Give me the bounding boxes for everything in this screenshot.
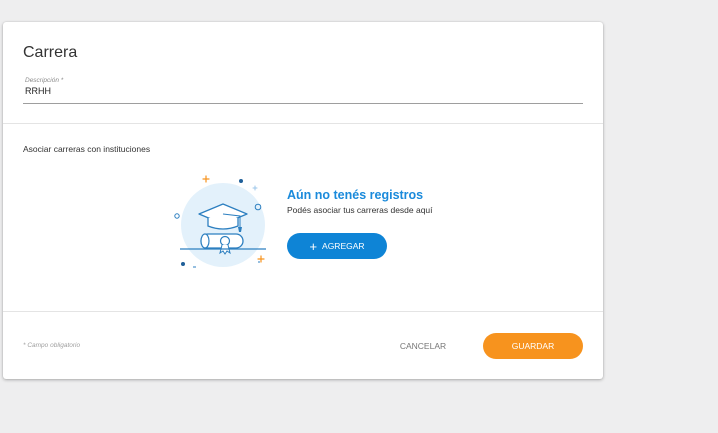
- description-input[interactable]: [25, 86, 565, 96]
- required-field-note: * Campo obligatorio: [23, 342, 81, 349]
- cancel-button[interactable]: CANCELAR: [383, 333, 463, 359]
- empty-state-subtitle: Podés asociar tus carreras desde aquí: [287, 205, 433, 215]
- description-field[interactable]: Descripción *: [23, 77, 583, 104]
- plus-icon: +: [309, 238, 318, 254]
- save-button[interactable]: GUARDAR: [483, 333, 583, 359]
- graduation-cap-diploma-icon: [174, 175, 266, 268]
- empty-state-title: Aún no tenés registros: [287, 188, 424, 202]
- footer-divider: [3, 311, 603, 312]
- dialog-title: Carrera: [23, 44, 78, 61]
- add-button-label: AGREGAR: [322, 241, 365, 251]
- description-label: Descripción *: [25, 77, 64, 84]
- career-dialog: Carrera Descripción * Asociar carreras c…: [3, 22, 603, 379]
- section-divider: [3, 123, 603, 124]
- association-section-label: Asociar carreras con instituciones: [23, 144, 151, 154]
- add-button[interactable]: + AGREGAR: [287, 233, 387, 259]
